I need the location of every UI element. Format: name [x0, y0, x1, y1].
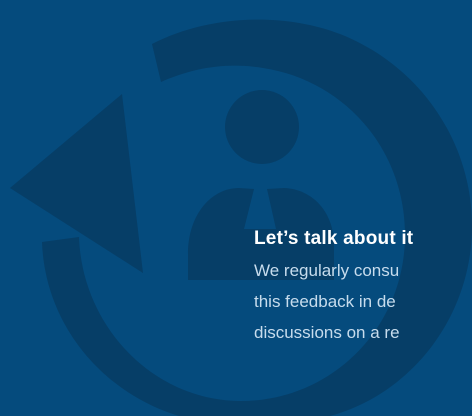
body-line: We regularly consu: [254, 261, 400, 280]
feedback-panel: Let’s talk about it We regularly consu t…: [0, 0, 472, 416]
section-body: We regularly consu this feedback in de d…: [254, 255, 472, 348]
feedback-content: Let’s talk about it We regularly consu t…: [254, 227, 472, 348]
person-head: [225, 90, 299, 164]
body-line: this feedback in de: [254, 292, 396, 311]
body-line: discussions on a re: [254, 323, 400, 342]
feedback-cycle-person-icon: [10, 19, 472, 416]
section-title: Let’s talk about it: [254, 228, 414, 249]
feedback-cycle-graphic: [10, 19, 472, 416]
